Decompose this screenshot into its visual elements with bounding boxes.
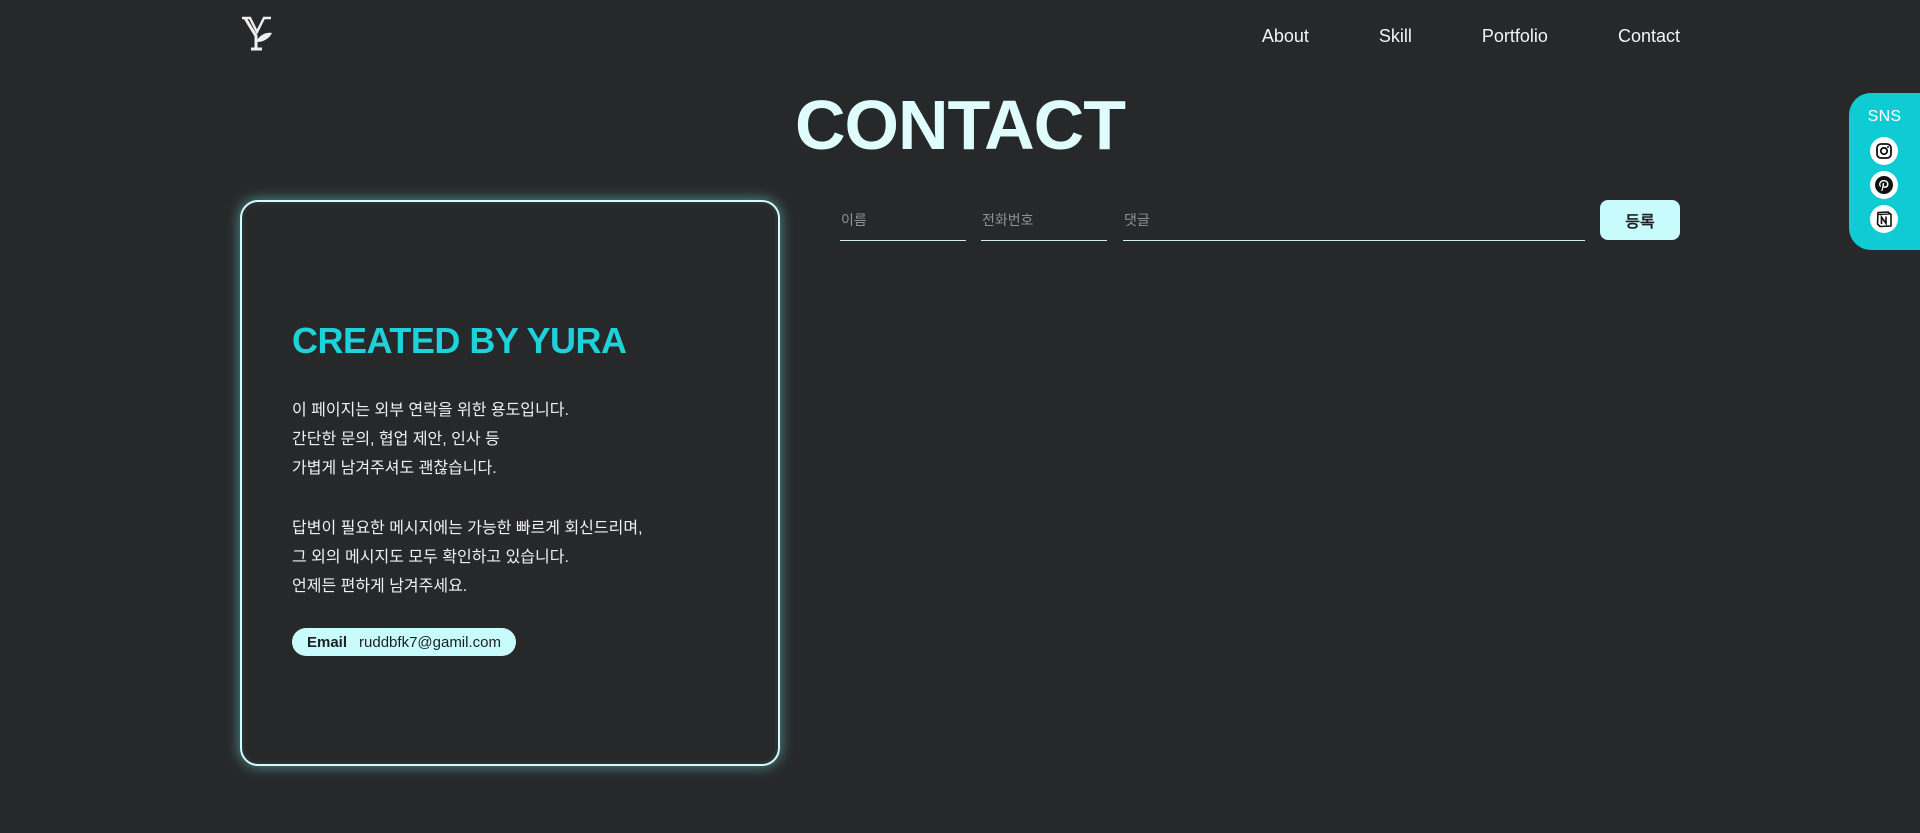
nav-portfolio[interactable]: Portfolio xyxy=(1482,24,1548,48)
site-header: About Skill Portfolio Contact xyxy=(240,0,1680,72)
card-title: CREATED BY YURA xyxy=(292,320,627,361)
reply-paragraph: 답변이 필요한 메시지에는 가능한 빠르게 회신드리며, 그 외의 메시지도 모… xyxy=(292,514,732,601)
email-badge[interactable]: Email ruddbfk7@gamil.com xyxy=(292,628,516,656)
main-nav: About Skill Portfolio Contact xyxy=(1262,24,1680,48)
name-field-wrap xyxy=(840,200,966,241)
contact-page: About Skill Portfolio Contact CONTACT CR… xyxy=(0,0,1920,833)
reply-line: 답변이 필요한 메시지에는 가능한 빠르게 회신드리며, xyxy=(292,520,643,537)
notion-icon[interactable] xyxy=(1870,205,1898,233)
pinterest-icon[interactable] xyxy=(1870,171,1898,199)
comment-form: 등록 xyxy=(840,200,1680,242)
nav-about[interactable]: About xyxy=(1262,24,1309,48)
submit-button[interactable]: 등록 xyxy=(1600,200,1680,240)
phone-field-wrap xyxy=(981,200,1107,241)
reply-line: 그 외의 메시지도 모두 확인하고 있습니다. xyxy=(292,549,569,566)
sns-label: SNS xyxy=(1867,108,1902,125)
intro-line: 가볍게 남겨주셔도 괜찮습니다. xyxy=(292,460,497,477)
comment-field-wrap xyxy=(1123,200,1585,241)
page-title: CONTACT xyxy=(795,86,1126,164)
comment-input[interactable] xyxy=(1123,200,1585,240)
nav-skill[interactable]: Skill xyxy=(1379,24,1412,48)
instagram-icon[interactable] xyxy=(1870,137,1898,165)
intro-paragraph: 이 페이지는 외부 연락을 위한 용도입니다. 간단한 문의, 협업 제안, 인… xyxy=(292,396,732,483)
intro-line: 이 페이지는 외부 연락을 위한 용도입니다. xyxy=(292,402,569,419)
logo-icon[interactable] xyxy=(240,14,274,54)
email-value[interactable]: ruddbfk7@gamil.com xyxy=(359,634,501,651)
intro-card: CREATED BY YURA 이 페이지는 외부 연락을 위한 용도입니다. … xyxy=(240,200,780,766)
reply-line: 언제든 편하게 남겨주세요. xyxy=(292,578,468,595)
intro-line: 간단한 문의, 협업 제안, 인사 등 xyxy=(292,431,500,448)
nav-contact[interactable]: Contact xyxy=(1618,24,1680,48)
phone-input[interactable] xyxy=(981,200,1107,240)
sns-panel: SNS xyxy=(1849,93,1920,250)
name-input[interactable] xyxy=(840,200,966,240)
email-label: Email xyxy=(307,633,348,651)
